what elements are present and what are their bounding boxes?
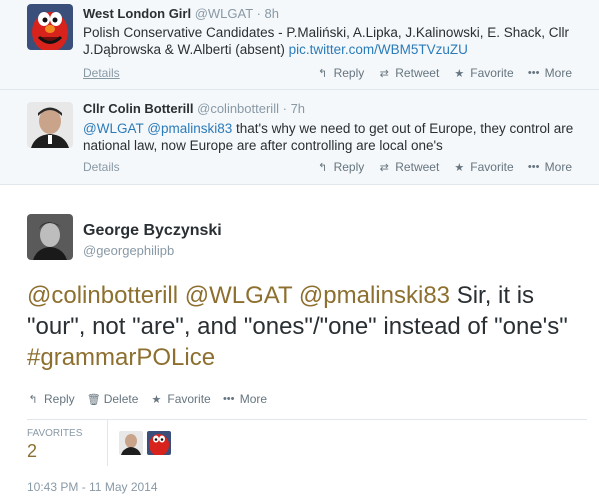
main-author-handle[interactable]: @georgephilipb: [83, 243, 174, 258]
mention-link[interactable]: @colinbotterill: [27, 282, 178, 309]
favorites-label: FAVORITES: [27, 428, 83, 439]
more-dots-icon: •••: [527, 161, 540, 173]
more-dots-icon: •••: [222, 393, 235, 405]
favorite-label: Favorite: [470, 66, 514, 80]
retweet-button[interactable]: ⇄ Retweet: [378, 66, 440, 80]
author-name[interactable]: Cllr Colin Botterill: [83, 101, 194, 116]
reply-button[interactable]: ↰ Reply: [317, 160, 365, 174]
tweet-stats: FAVORITES 2: [27, 419, 587, 469]
author-handle[interactable]: @colinbotterill: [197, 101, 279, 116]
more-button[interactable]: ••• More: [223, 392, 267, 406]
main-tweet-text: @colinbotterill @WLGAT @pmalinski83 Sir,…: [27, 280, 587, 373]
tweet-header: Cllr Colin Botterill @colinbotterill · 7…: [83, 101, 305, 116]
details-link[interactable]: Details: [83, 160, 120, 174]
main-tweet-actions: ↰ Reply 🗑 Delete ★ Favorite ••• More: [27, 392, 267, 406]
author-handle[interactable]: @WLGAT: [195, 6, 253, 21]
reply-tweet-1[interactable]: West London Girl @WLGAT · 8h Polish Cons…: [0, 0, 599, 90]
tweet-timestamp: 10:43 PM - 11 May 2014: [27, 480, 158, 494]
more-label: More: [544, 66, 572, 80]
reply-label: Reply: [333, 66, 365, 80]
more-label: More: [239, 392, 268, 406]
more-label: More: [544, 160, 572, 174]
retweet-icon: ⇄: [379, 67, 389, 80]
author-name[interactable]: West London Girl: [83, 6, 191, 21]
mention-link[interactable]: @pmalinski83: [147, 121, 232, 136]
tweet-actions: ↰ Reply ⇄ Retweet ★ Favorite ••• More: [317, 66, 572, 80]
stats-divider: [107, 420, 108, 466]
separator: ·: [282, 101, 287, 116]
tweet-time[interactable]: 8h: [265, 6, 279, 21]
retweet-label: Retweet: [395, 66, 440, 80]
favoriter-avatar-monster[interactable]: [147, 431, 171, 455]
delete-label: Delete: [103, 392, 139, 406]
mention-link[interactable]: @WLGAT: [83, 121, 143, 136]
man-portrait-avatar[interactable]: [27, 102, 73, 148]
reply-icon: ↰: [317, 161, 328, 174]
reply-label: Reply: [333, 160, 365, 174]
retweet-button[interactable]: ⇄ Retweet: [378, 160, 440, 174]
reply-icon: ↰: [317, 67, 328, 80]
tweet-text: @WLGAT @pmalinski83 that's why we need t…: [83, 120, 583, 154]
more-dots-icon: •••: [527, 67, 540, 79]
reply-button[interactable]: ↰ Reply: [27, 392, 75, 406]
tweet-actions: ↰ Reply ⇄ Retweet ★ Favorite ••• More: [317, 160, 572, 174]
main-author-avatar[interactable]: [27, 214, 73, 260]
star-icon: ★: [454, 161, 465, 174]
favorite-button[interactable]: ★ Favorite: [453, 66, 513, 80]
reply-label: Reply: [44, 392, 75, 406]
details-link[interactable]: Details: [83, 66, 120, 80]
trash-icon: 🗑: [86, 393, 101, 406]
reply-icon: ↰: [28, 393, 38, 406]
favorite-button[interactable]: ★ Favorite: [453, 160, 513, 174]
red-monster-avatar[interactable]: [27, 4, 73, 50]
retweet-label: Retweet: [395, 160, 440, 174]
reply-tweet-2[interactable]: Cllr Colin Botterill @colinbotterill · 7…: [0, 90, 599, 185]
tweet-header: West London Girl @WLGAT · 8h: [83, 6, 279, 21]
more-button[interactable]: ••• More: [528, 66, 572, 80]
favorite-button[interactable]: ★ Favorite: [150, 392, 210, 406]
star-icon: ★: [151, 393, 162, 406]
more-button[interactable]: ••• More: [528, 160, 572, 174]
mention-link[interactable]: @pmalinski83: [299, 282, 450, 309]
main-author-name[interactable]: George Byczynski: [83, 222, 222, 240]
favorites-count[interactable]: 2: [27, 441, 37, 462]
retweet-icon: ⇄: [379, 161, 389, 174]
tweet-time[interactable]: 7h: [291, 101, 305, 116]
hashtag-link[interactable]: #grammarPOLice: [27, 344, 215, 371]
separator: ·: [256, 6, 261, 21]
favoriter-avatar-colin[interactable]: [119, 431, 143, 455]
mention-link[interactable]: @WLGAT: [185, 282, 292, 309]
delete-button[interactable]: 🗑 Delete: [87, 392, 139, 406]
favorite-label: Favorite: [470, 160, 514, 174]
star-icon: ★: [454, 67, 465, 80]
tweet-text: Polish Conservative Candidates - P.Maliń…: [83, 24, 583, 58]
favorite-label: Favorite: [167, 392, 211, 406]
pic-link[interactable]: pic.twitter.com/WBM5TVzuZU: [289, 42, 468, 57]
reply-button[interactable]: ↰ Reply: [317, 66, 365, 80]
